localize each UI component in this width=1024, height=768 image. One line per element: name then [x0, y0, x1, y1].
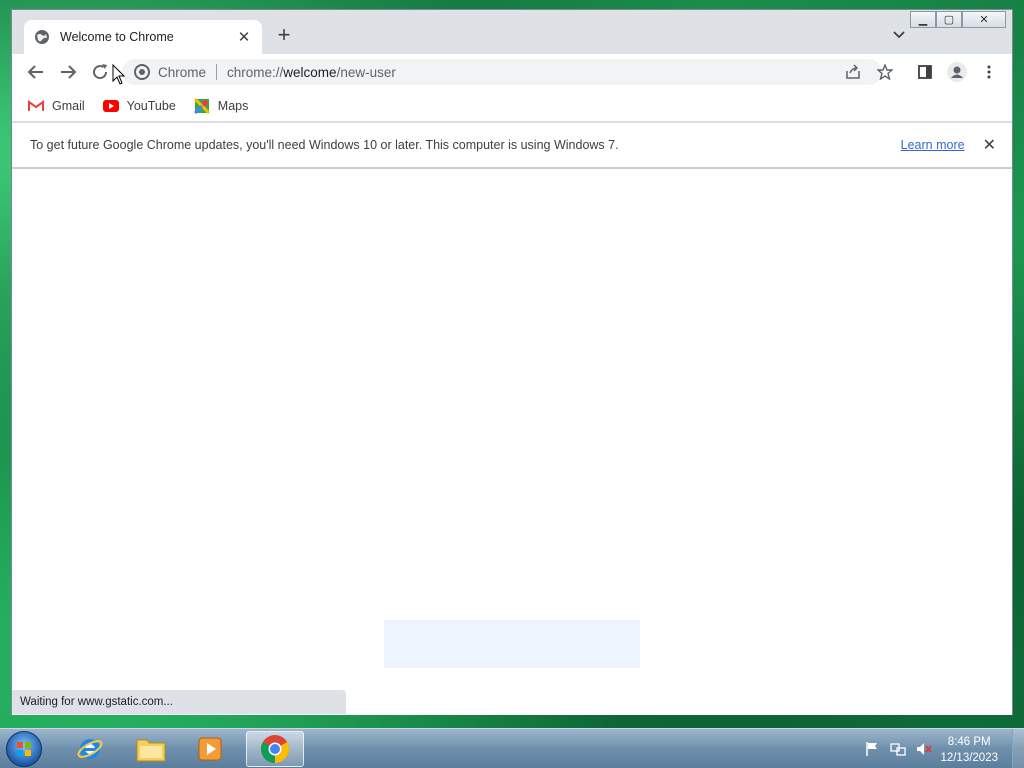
action-center-flag-icon[interactable]: [864, 741, 880, 757]
system-tray: [864, 741, 932, 757]
back-button[interactable]: [26, 62, 46, 82]
url-path: /new-user: [336, 64, 396, 80]
chrome-logo-icon: [134, 64, 150, 80]
mouse-cursor-icon: [112, 64, 126, 85]
taskbar-file-explorer[interactable]: [133, 733, 169, 765]
taskbar-chrome[interactable]: [246, 731, 304, 767]
tab-welcome[interactable]: Welcome to Chrome ✕: [24, 20, 262, 54]
back-arrow-icon: [27, 65, 43, 79]
share-icon: [846, 64, 860, 79]
bookmark-gmail[interactable]: Gmail: [28, 99, 85, 113]
file-explorer-icon: [136, 739, 166, 762]
reload-icon: [93, 64, 108, 80]
clock-time: 8:46 PM: [947, 736, 991, 748]
learn-more-link[interactable]: Learn more: [901, 138, 965, 152]
volume-muted-icon[interactable]: [916, 741, 932, 757]
system-clock[interactable]: 8:46 PM 12/13/2023: [940, 734, 998, 766]
url-scheme: chrome://: [227, 64, 284, 80]
url-text: chrome://welcome/new-user: [227, 65, 396, 80]
tab-title: Welcome to Chrome: [60, 30, 174, 44]
browser-window: Welcome to Chrome ✕ + ▁ ▢ ✕ Chrome chrom…: [11, 9, 1013, 715]
share-button[interactable]: [843, 62, 863, 82]
forward-button[interactable]: [58, 62, 78, 82]
omnibox-separator: [216, 64, 218, 80]
bookmark-youtube[interactable]: YouTube: [102, 98, 176, 113]
window-controls: ▁ ▢ ✕: [910, 11, 1006, 28]
bookmark-label: Gmail: [52, 98, 85, 113]
forward-arrow-icon: [61, 65, 77, 79]
taskbar: 8:46 PM 12/13/2023: [0, 728, 1024, 768]
profile-button[interactable]: [947, 62, 967, 82]
star-icon: [877, 64, 893, 80]
infobar-message: To get future Google Chrome updates, you…: [30, 138, 619, 152]
toolbar: Chrome chrome://welcome/new-user: [12, 54, 1012, 90]
internet-explorer-icon: [77, 739, 103, 759]
address-bar[interactable]: Chrome chrome://welcome/new-user: [122, 59, 882, 85]
taskbar-internet-explorer[interactable]: [72, 733, 108, 765]
taskbar-media-player[interactable]: [192, 733, 228, 765]
status-bubble: Waiting for www.gstatic.com...: [12, 690, 346, 714]
globe-icon: [35, 30, 49, 44]
minimize-button[interactable]: ▁: [910, 11, 936, 28]
start-button[interactable]: [6, 731, 42, 767]
avatar-icon: [947, 62, 967, 82]
page-content: [12, 169, 1012, 715]
youtube-icon: [102, 99, 119, 112]
menu-button[interactable]: [979, 62, 999, 82]
maximize-button[interactable]: ▢: [936, 11, 962, 28]
network-icon[interactable]: [890, 741, 906, 757]
infobar-close-button[interactable]: ✕: [983, 135, 996, 155]
bookmark-star-button[interactable]: [875, 62, 895, 82]
new-tab-button[interactable]: +: [274, 24, 294, 46]
close-window-button[interactable]: ✕: [962, 11, 1006, 28]
reload-button[interactable]: [90, 62, 110, 82]
bookmark-label: YouTube: [126, 98, 176, 113]
tab-search-chevron-icon[interactable]: [892, 28, 906, 42]
media-player-icon: [198, 737, 222, 761]
windows-support-infobar: To get future Google Chrome updates, you…: [12, 123, 1012, 168]
bookmark-label: Maps: [217, 98, 249, 113]
side-panel-icon: [918, 65, 932, 79]
windows-logo-icon: [17, 742, 31, 756]
url-host: welcome: [283, 64, 337, 80]
gmail-icon: [28, 99, 44, 111]
chrome-icon: [261, 735, 289, 763]
tab-close-button[interactable]: ✕: [236, 28, 252, 46]
side-panel-button[interactable]: [915, 62, 935, 82]
bookmarks-bar: Gmail YouTube Maps: [12, 90, 1012, 122]
maps-icon: [193, 97, 210, 114]
more-vertical-icon: [987, 65, 991, 79]
site-label: Chrome: [158, 64, 207, 80]
loading-placeholder: [384, 620, 640, 668]
title-bar: Welcome to Chrome ✕ + ▁ ▢ ✕: [12, 10, 1012, 54]
show-desktop-button[interactable]: [1012, 729, 1024, 768]
clock-date: 12/13/2023: [940, 752, 998, 764]
bookmark-maps[interactable]: Maps: [193, 97, 249, 114]
